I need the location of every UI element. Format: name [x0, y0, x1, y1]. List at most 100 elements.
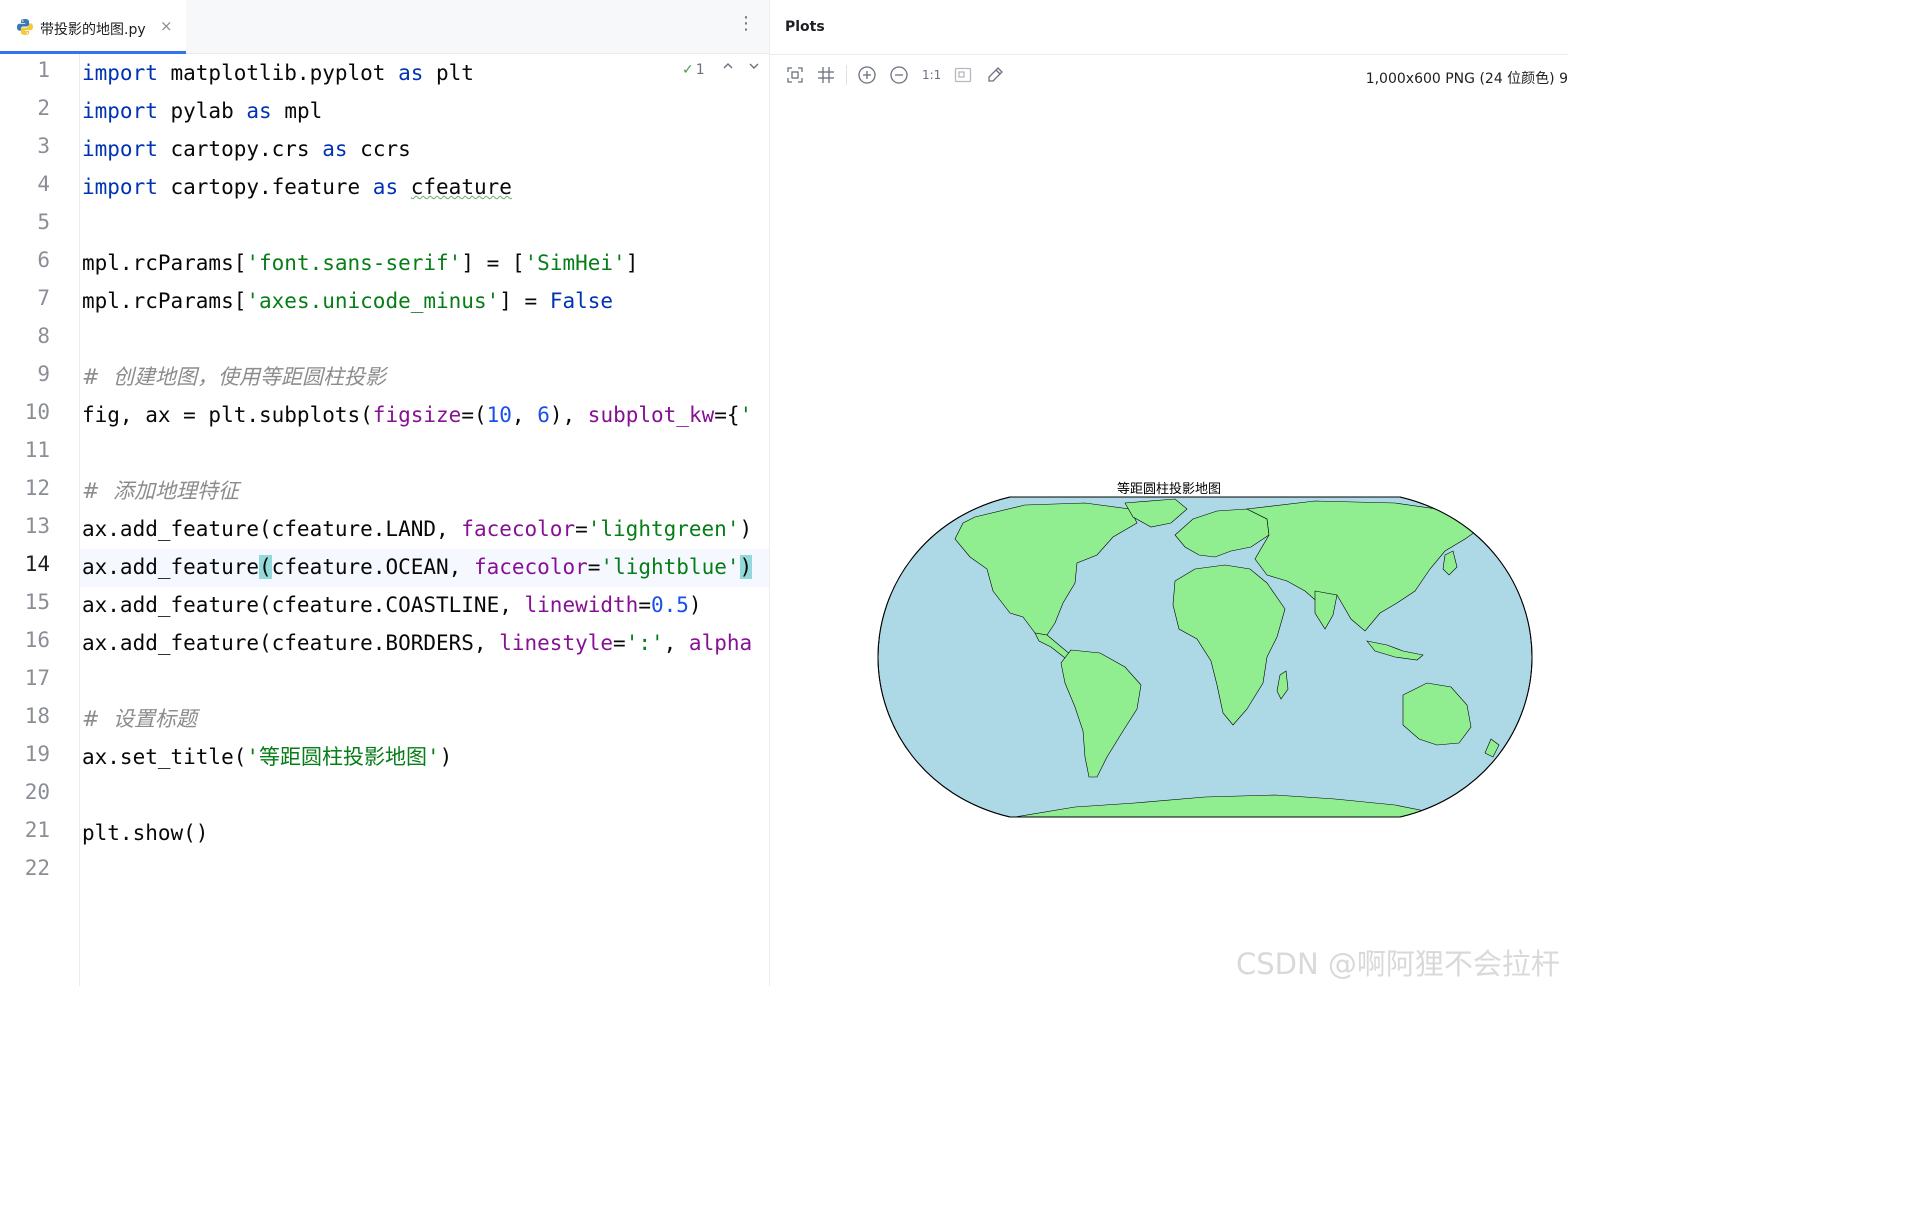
- fit-zoom-icon[interactable]: [953, 65, 973, 85]
- code-token: ax.add_feature(cfeature.BORDERS,: [82, 631, 500, 655]
- code-token: import: [82, 137, 158, 161]
- tab-close-icon[interactable]: ×: [160, 17, 173, 35]
- line-number: 8: [37, 324, 50, 348]
- line-number: 10: [24, 400, 50, 424]
- line-number: 15: [24, 590, 50, 614]
- code-token: ,: [663, 631, 689, 655]
- code-token: mpl: [271, 99, 323, 123]
- code-token: ),: [549, 403, 588, 427]
- plots-header: Plots: [770, 0, 1568, 55]
- line-number: 2: [37, 96, 50, 120]
- code-token: ): [739, 555, 753, 579]
- code-area[interactable]: import matplotlib.pyplot as plt import py…: [82, 54, 769, 986]
- inspection-status[interactable]: ✓ 1: [682, 62, 705, 78]
- code-token: 10: [486, 403, 512, 427]
- code-token: import: [82, 175, 158, 199]
- code-token: cfeature: [410, 175, 512, 199]
- code-token: facecolor: [461, 517, 576, 541]
- code-line[interactable]: import pylab as mpl: [82, 96, 322, 126]
- code-token: linestyle: [499, 631, 614, 655]
- code-token: ): [688, 593, 702, 617]
- code-token: as: [322, 137, 348, 161]
- code-token: facecolor: [473, 555, 588, 579]
- code-token: =(: [461, 403, 487, 427]
- code-token: ax.add_feature(cfeature.LAND,: [82, 517, 462, 541]
- code-token: ] = [: [461, 251, 525, 275]
- fit-screen-icon[interactable]: [785, 65, 805, 85]
- code-token: 'axes.unicode_minus': [246, 289, 500, 313]
- line-number: 18: [24, 704, 50, 728]
- line-number: 7: [37, 286, 50, 310]
- actual-size-button[interactable]: 1:1: [922, 68, 941, 82]
- code-line[interactable]: ax.add_feature(cfeature.BORDERS, linesty…: [82, 628, 752, 658]
- tab-filename: 带投影的地图.py: [40, 22, 146, 38]
- plots-panel: Plots 1:1 1,000x600 PNG (24 位颜色) 9 等距圆柱投…: [770, 0, 1568, 986]
- code-token: 'SimHei': [524, 251, 626, 275]
- toolbar-separator: [846, 65, 847, 85]
- code-line[interactable]: ax.add_feature(cfeature.COASTLINE, linew…: [82, 590, 702, 620]
- code-token: as: [372, 175, 399, 199]
- code-token: as: [246, 99, 272, 123]
- watermark: CSDN @啊阿狸不会拉杆: [1236, 947, 1560, 981]
- code-token: 'font.sans-serif': [246, 251, 462, 275]
- code-token: =: [638, 593, 651, 617]
- chevron-up-icon[interactable]: [722, 60, 734, 76]
- code-token: alpha: [688, 631, 753, 655]
- code-token: ] =: [499, 289, 550, 313]
- code-token: fig, ax = plt.subplots(: [82, 403, 373, 427]
- code-token: '等距圆柱投影地图': [246, 745, 440, 769]
- code-line[interactable]: import cartopy.crs as ccrs: [82, 134, 411, 164]
- code-line[interactable]: mpl.rcParams['font.sans-serif'] = ['SimH…: [82, 248, 638, 278]
- line-number: 16: [24, 628, 50, 652]
- code-line[interactable]: import matplotlib.pyplot as plt: [82, 58, 474, 88]
- code-line[interactable]: # 设置标题: [82, 704, 197, 734]
- code-token: cfeature.OCEAN,: [271, 555, 474, 579]
- code-line[interactable]: ax.set_title('等距圆柱投影地图'): [82, 742, 452, 772]
- line-number: 13: [24, 514, 50, 538]
- editor-tab[interactable]: 带投影的地图.py ×: [0, 0, 186, 54]
- code-token: matplotlib.pyplot: [157, 61, 399, 85]
- chevron-down-icon[interactable]: [748, 60, 760, 76]
- code-token: import: [82, 61, 158, 85]
- code-token: cartopy.crs: [157, 137, 323, 161]
- code-line[interactable]: ax.add_feature(cfeature.OCEAN, facecolor…: [82, 552, 753, 582]
- code-token: ]: [625, 251, 639, 275]
- code-token: 'lightgreen': [587, 517, 740, 541]
- line-number: 22: [24, 856, 50, 880]
- code-line[interactable]: ax.add_feature(cfeature.LAND, facecolor=…: [82, 514, 752, 544]
- code-token: ': [739, 403, 753, 427]
- code-line[interactable]: import cartopy.feature as cfeature: [82, 172, 512, 202]
- code-token: as: [398, 61, 424, 85]
- code-editor[interactable]: 带投影的地图.py × ⋮ 1 2 3 4 5 6 7 8 9 10 11 12 13 14 15 16 17 1…: [0, 0, 769, 986]
- code-line[interactable]: # 添加地理特征: [82, 476, 239, 506]
- code-token: linewidth: [524, 593, 639, 617]
- code-token: # 设置标题: [82, 707, 197, 731]
- checkmark-icon: ✓: [682, 62, 694, 78]
- image-info: 1,000x600 PNG (24 位颜色) 9: [1365, 71, 1568, 87]
- code-line[interactable]: # 创建地图，使用等距圆柱投影: [82, 362, 386, 392]
- code-token: 0.5: [650, 593, 689, 617]
- color-picker-icon[interactable]: [985, 65, 1005, 85]
- line-number: 3: [37, 134, 50, 158]
- code-token: =: [575, 517, 588, 541]
- code-line[interactable]: mpl.rcParams['axes.unicode_minus'] = Fal…: [82, 286, 613, 316]
- code-token: pylab: [157, 99, 247, 123]
- grid-icon[interactable]: [816, 65, 836, 85]
- code-token: 6: [537, 403, 550, 427]
- more-options-icon[interactable]: ⋮: [737, 14, 755, 34]
- zoom-out-icon[interactable]: [889, 65, 909, 85]
- code-token: ,: [511, 403, 538, 427]
- zoom-in-icon[interactable]: [857, 65, 877, 85]
- code-token: plt.show(): [82, 821, 209, 845]
- code-token: ax.add_feature(cfeature.COASTLINE,: [82, 593, 525, 617]
- line-number-gutter: 1 2 3 4 5 6 7 8 9 10 11 12 13 14 15 16 17 18 19 20 21 22: [0, 54, 80, 986]
- code-token: import: [82, 99, 158, 123]
- line-number: 11: [24, 438, 50, 462]
- code-line[interactable]: fig, ax = plt.subplots(figsize=(10, 6), …: [82, 400, 752, 430]
- code-token: =: [613, 631, 626, 655]
- line-number: 21: [24, 818, 50, 842]
- line-number: 17: [24, 666, 50, 690]
- code-token: False: [549, 289, 614, 313]
- code-line[interactable]: plt.show(): [82, 818, 208, 848]
